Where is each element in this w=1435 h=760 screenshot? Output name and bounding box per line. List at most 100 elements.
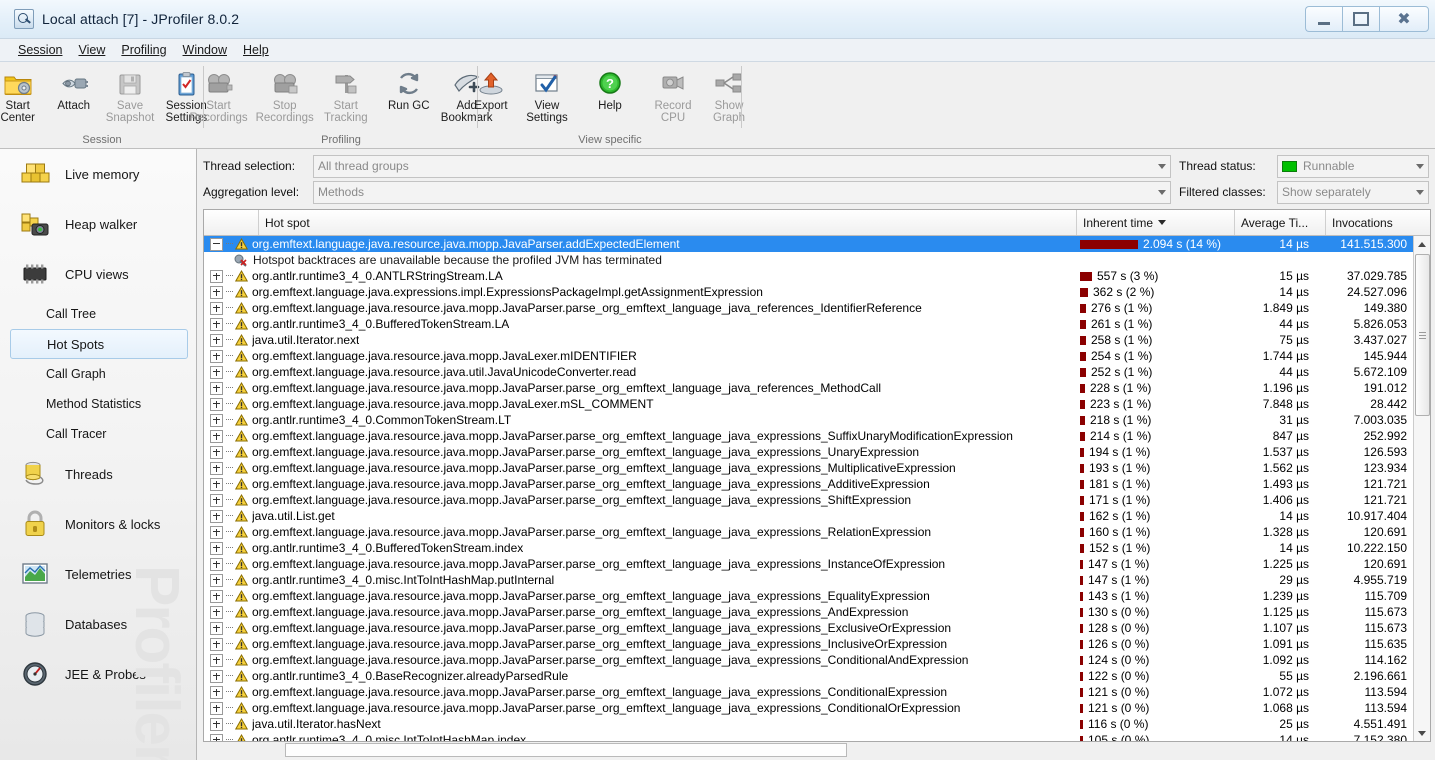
expand-icon[interactable] — [210, 573, 223, 587]
menu-view[interactable]: View — [70, 41, 113, 59]
table-row[interactable]: org.emftext.language.java.resource.java.… — [204, 348, 1413, 364]
sidebar-item-monitors-locks[interactable]: Monitors & locks — [0, 499, 196, 549]
minimize-button[interactable] — [1305, 6, 1342, 32]
expand-icon[interactable] — [210, 669, 223, 683]
table-row[interactable]: org.emftext.language.java.resource.java.… — [204, 652, 1413, 668]
table-row[interactable]: org.emftext.language.java.resource.java.… — [204, 364, 1413, 380]
table-row[interactable]: java.util.Iterator.hasNext 116 s (0 %) 25 … — [204, 716, 1413, 732]
toolbar-start-center-button[interactable]: Start Center — [0, 67, 46, 124]
expand-icon[interactable] — [210, 365, 223, 379]
toolbar-attach-button[interactable]: Attach — [46, 67, 102, 112]
table-row[interactable]: org.emftext.language.java.expressions.im… — [204, 284, 1413, 300]
table-row[interactable]: org.antlr.runtime3_4_0.ANTLRStringStream… — [204, 268, 1413, 284]
expand-icon[interactable] — [210, 349, 223, 363]
table-row[interactable]: org.emftext.language.java.resource.java.… — [204, 428, 1413, 444]
table-row[interactable]: org.emftext.language.java.resource.java.… — [204, 476, 1413, 492]
expand-icon[interactable] — [210, 413, 223, 427]
menu-session[interactable]: Session — [10, 41, 70, 59]
table-row[interactable]: org.antlr.runtime3_4_0.BufferedTokenStre… — [204, 540, 1413, 556]
collapse-icon[interactable] — [210, 237, 223, 251]
table-row[interactable]: org.antlr.runtime3_4_0.BaseRecognizer.al… — [204, 668, 1413, 684]
vertical-scrollbar[interactable] — [1413, 236, 1430, 741]
table-row[interactable]: org.emftext.language.java.resource.java.… — [204, 684, 1413, 700]
expand-icon[interactable] — [210, 493, 223, 507]
expand-icon[interactable] — [210, 429, 223, 443]
menu-window[interactable]: Window — [175, 41, 235, 59]
table-row[interactable]: org.emftext.language.java.resource.java.… — [204, 700, 1413, 716]
expand-icon[interactable] — [210, 685, 223, 699]
toolbar-export-button[interactable]: Export — [463, 67, 519, 112]
scrollbar-thumb[interactable] — [1414, 254, 1430, 416]
expand-icon[interactable] — [210, 333, 223, 347]
aggregation-level-combo[interactable]: Methods — [313, 180, 1171, 204]
table-row[interactable]: org.antlr.runtime3_4_0.BufferedTokenStre… — [204, 316, 1413, 332]
table-row[interactable]: org.emftext.language.java.resource.java.… — [204, 588, 1413, 604]
table-row[interactable]: org.emftext.language.java.resource.java.… — [204, 396, 1413, 412]
sidebar-item-threads[interactable]: Threads — [0, 449, 196, 499]
expand-icon[interactable] — [210, 637, 223, 651]
expand-icon[interactable] — [210, 525, 223, 539]
table-header-hot-spot[interactable]: Hot spot — [259, 210, 1077, 235]
sidebar-item-call-tree[interactable]: Call Tree — [0, 299, 196, 329]
table-header-invocations[interactable]: Invocations — [1326, 210, 1430, 235]
table-row[interactable]: org.emftext.language.java.resource.java.… — [204, 236, 1413, 252]
expand-icon[interactable] — [210, 317, 223, 331]
toolbar-run-gc-button[interactable]: Run GC — [381, 67, 437, 112]
scroll-down-button[interactable] — [1414, 725, 1430, 741]
table-row[interactable]: org.emftext.language.java.resource.java.… — [204, 604, 1413, 620]
expand-icon[interactable] — [210, 717, 223, 731]
expand-icon[interactable] — [210, 509, 223, 523]
table-row[interactable]: org.emftext.language.java.resource.java.… — [204, 460, 1413, 476]
table-header-average-time[interactable]: Average Ti... — [1235, 210, 1326, 235]
expand-icon[interactable] — [210, 589, 223, 603]
toolbar-show-graph-button[interactable]: Show Graph — [701, 67, 757, 124]
expand-icon[interactable] — [210, 653, 223, 667]
expand-icon[interactable] — [210, 605, 223, 619]
menu-help[interactable]: Help — [235, 41, 277, 59]
table-row[interactable]: org.emftext.language.java.resource.java.… — [204, 524, 1413, 540]
expand-icon[interactable] — [210, 445, 223, 459]
toolbar-stop-recordings-button[interactable]: Stop Recordings — [252, 67, 318, 124]
table-row[interactable]: org.emftext.language.java.resource.java.… — [204, 300, 1413, 316]
table-row[interactable]: org.emftext.language.java.resource.java.… — [204, 380, 1413, 396]
expand-icon[interactable] — [210, 285, 223, 299]
sidebar-item-call-tracer[interactable]: Call Tracer — [0, 419, 196, 449]
toolbar-start-recordings-button[interactable]: Start Recordings — [185, 67, 251, 124]
horizontal-scrollbar[interactable] — [285, 743, 847, 757]
expand-icon[interactable] — [210, 701, 223, 715]
expand-icon[interactable] — [210, 397, 223, 411]
table-row[interactable]: org.emftext.language.java.resource.java.… — [204, 556, 1413, 572]
table-row[interactable]: org.emftext.language.java.resource.java.… — [204, 492, 1413, 508]
toolbar-start-tracking-button[interactable]: Start Tracking — [318, 67, 374, 124]
sidebar-item-hot-spots[interactable]: Hot Spots — [10, 329, 188, 359]
maximize-button[interactable] — [1342, 6, 1379, 32]
toolbar-record-cpu-button[interactable]: Record CPU — [645, 67, 701, 124]
menu-profiling[interactable]: Profiling — [113, 41, 174, 59]
thread-status-combo[interactable]: Runnable — [1277, 154, 1429, 178]
table-row[interactable]: java.util.List.get 162 s (1 %) 14 µs 10.917… — [204, 508, 1413, 524]
sidebar-item-method-statistics[interactable]: Method Statistics — [0, 389, 196, 419]
table-header-inherent-time[interactable]: Inherent time — [1077, 210, 1235, 235]
table-row[interactable]: org.emftext.language.java.resource.java.… — [204, 444, 1413, 460]
table-row[interactable]: org.antlr.runtime3_4_0.misc.IntToIntHash… — [204, 572, 1413, 588]
close-button[interactable]: ✖ — [1379, 6, 1429, 32]
expand-icon[interactable] — [210, 541, 223, 555]
table-row[interactable]: java.util.Iterator.next 258 s (1 %) 75 µs 3… — [204, 332, 1413, 348]
table-row[interactable]: org.antlr.runtime3_4_0.misc.IntToIntHash… — [204, 732, 1413, 741]
toolbar-save-snapshot-button[interactable]: Save Snapshot — [102, 67, 159, 124]
expand-icon[interactable] — [210, 269, 223, 283]
expand-icon[interactable] — [210, 461, 223, 475]
sidebar-item-live-memory[interactable]: Live memory — [0, 149, 196, 199]
table-row[interactable]: org.antlr.runtime3_4_0.CommonTokenStream… — [204, 412, 1413, 428]
toolbar-view-settings-button[interactable]: View Settings — [519, 67, 575, 124]
expand-icon[interactable] — [210, 381, 223, 395]
expand-icon[interactable] — [210, 301, 223, 315]
table-row[interactable]: org.emftext.language.java.resource.java.… — [204, 620, 1413, 636]
expand-icon[interactable] — [210, 477, 223, 491]
sidebar-item-call-graph[interactable]: Call Graph — [0, 359, 196, 389]
scroll-up-button[interactable] — [1414, 236, 1430, 252]
expand-icon[interactable] — [210, 733, 223, 741]
sidebar-item-heap-walker[interactable]: Heap walker — [0, 199, 196, 249]
expand-icon[interactable] — [210, 557, 223, 571]
thread-selection-combo[interactable]: All thread groups — [313, 154, 1171, 178]
